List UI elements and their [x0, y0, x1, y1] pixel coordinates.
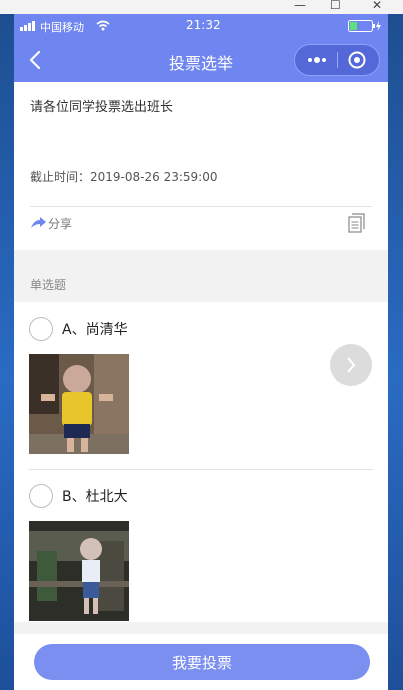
- content-area: 请各位同学投票选出班长 截止时间：2019-08-26 23:59:00 分享 …: [14, 82, 388, 690]
- vote-button[interactable]: 我要投票: [34, 644, 370, 680]
- battery-icon: [348, 20, 381, 32]
- carrier-label: 中国移动: [40, 21, 84, 34]
- deadline-row: 截止时间：2019-08-26 23:59:00: [30, 168, 217, 185]
- capsule-divider: [337, 52, 338, 68]
- options-card: A、尚清华 B、杜北大: [14, 302, 388, 622]
- minimize-icon[interactable]: —: [294, 0, 306, 12]
- option-a-radio[interactable]: [29, 317, 53, 341]
- vote-description: 请各位同学投票选出班长: [30, 100, 174, 115]
- option-a-photo[interactable]: [29, 354, 129, 454]
- child-photo-a: [29, 354, 129, 454]
- signal-icon: [20, 21, 35, 31]
- phone-screen: 中国移动 21:32 投票选举 请各位同学投票选出班长 截止时间：2019-08…: [14, 14, 388, 690]
- option-b-label[interactable]: B、杜北大: [62, 486, 128, 506]
- maximize-icon[interactable]: ☐: [330, 0, 341, 12]
- wifi-icon: [96, 20, 110, 31]
- close-circle-icon[interactable]: [348, 51, 366, 69]
- chevron-right-icon: [347, 357, 356, 373]
- child-photo-b: [29, 521, 129, 621]
- status-bar: 中国移动 21:32: [14, 14, 388, 38]
- desktop-window-bar: — ☐ ✕: [0, 0, 403, 14]
- divider: [30, 206, 372, 207]
- more-dots-icon[interactable]: [307, 56, 327, 64]
- clock-time: 21:32: [186, 18, 221, 32]
- document-icon[interactable]: [348, 213, 366, 233]
- option-b-photo[interactable]: [29, 521, 129, 621]
- deadline-value: 2019-08-26 23:59:00: [90, 170, 218, 184]
- vote-info-card: 请各位同学投票选出班长 截止时间：2019-08-26 23:59:00 分享: [14, 82, 388, 250]
- footer-bar: 我要投票: [14, 634, 388, 690]
- mini-program-capsule: [294, 44, 380, 76]
- close-icon[interactable]: ✕: [372, 0, 382, 12]
- share-arrow-icon: [31, 217, 46, 228]
- nav-bar: 投票选举: [14, 38, 388, 82]
- question-type-label: 单选题: [30, 278, 67, 292]
- option-b-radio[interactable]: [29, 484, 53, 508]
- deadline-label: 截止时间：: [30, 170, 91, 184]
- next-arrow-button[interactable]: [330, 344, 372, 386]
- option-divider: [29, 469, 373, 470]
- share-label: 分享: [48, 217, 73, 231]
- option-a-label[interactable]: A、尚清华: [62, 319, 128, 339]
